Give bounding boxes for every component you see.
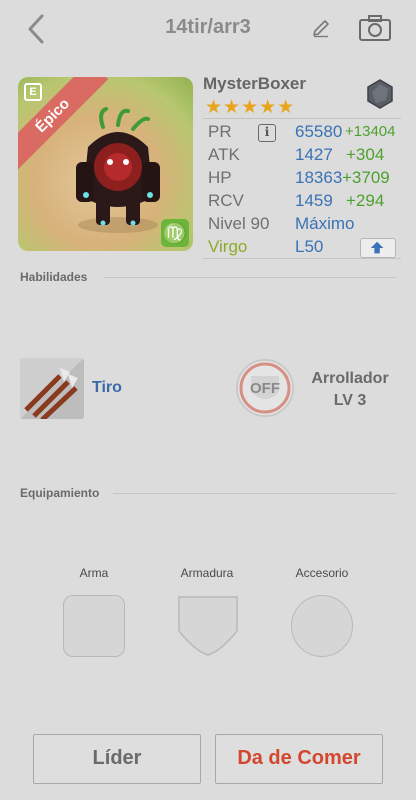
stat-bonus: +304 (346, 145, 385, 164)
leader-button[interactable]: Líder (33, 734, 201, 784)
leader-skill-label[interactable]: Arrollador LV 3 (300, 368, 400, 412)
rarity-stars: ★★★★★ (205, 97, 296, 118)
arrow-up-icon (370, 241, 384, 254)
stats-bottom-divider (203, 258, 401, 259)
accessory-label: Accesorio (295, 566, 349, 580)
equipment-section-title: Equipamiento (20, 486, 100, 500)
pencil-icon[interactable] (310, 17, 332, 39)
stat-row-level: Nivel 90 Máximo (208, 214, 404, 237)
monster-card[interactable]: Épico E ♍ (18, 77, 193, 251)
armor-slot[interactable] (177, 595, 239, 657)
stats-divider (203, 118, 401, 119)
stat-row-atk: ATK 1427 +304 (208, 145, 404, 168)
leader-skill-level: LV 3 (333, 392, 367, 409)
stat-label: ATK (208, 145, 240, 164)
stat-row-rcv: RCV 1459 +294 (208, 191, 404, 214)
element-gem-icon (367, 79, 393, 109)
armor-label: Armadura (180, 566, 234, 580)
stat-bonus: +13404 (345, 123, 396, 140)
monster-name: MysterBoxer (203, 74, 306, 93)
leader-skill-off-icon[interactable]: OFF (235, 358, 295, 418)
active-skill-icon[interactable] (20, 358, 84, 419)
virgo-sign-icon: ♍ (161, 219, 189, 247)
top-bar: 14tir/arr3 (0, 0, 416, 58)
card-tag-badge: E (24, 83, 42, 101)
stat-value: 65580 (295, 122, 343, 141)
stat-bonus: +3709 (342, 168, 390, 187)
camera-icon[interactable] (358, 14, 392, 42)
page-title: 14tir/arr3 (165, 16, 251, 38)
monster-portrait (76, 107, 160, 233)
stat-label: Virgo (208, 237, 248, 256)
equipment-divider (113, 493, 396, 494)
stat-value: L50 (295, 237, 324, 256)
stat-row-sign: Virgo L50 (208, 237, 404, 260)
stat-row-hp: HP 18363 +3709 (208, 168, 404, 191)
stat-value: 18363 (295, 168, 343, 187)
leader-skill-name: Arrollador (311, 370, 389, 387)
stat-bonus: +294 (346, 191, 385, 210)
stat-label: RCV (208, 191, 244, 210)
arrows-icon (20, 358, 84, 419)
skills-divider (104, 277, 396, 278)
info-icon[interactable]: i (258, 124, 276, 142)
stats-table: PR i 65580 +13404 ATK 1427 +304 HP 18363… (208, 122, 404, 260)
stat-label: HP (208, 168, 232, 187)
active-skill-name[interactable]: Tiro (92, 379, 122, 397)
skills-section-title: Habilidades (20, 270, 88, 284)
weapon-slot[interactable] (63, 595, 125, 657)
svg-text:OFF: OFF (250, 380, 280, 397)
accessory-slot[interactable] (291, 595, 353, 657)
stat-row-pr: PR i 65580 +13404 (208, 122, 404, 145)
stat-label: Nivel 90 (208, 214, 270, 233)
stat-label: PR (208, 122, 232, 141)
upgrade-button[interactable] (360, 238, 396, 258)
weapon-label: Arma (79, 566, 109, 580)
stat-value: 1427 (295, 145, 333, 164)
stat-value: 1459 (295, 191, 333, 210)
stat-value: Máximo (295, 214, 355, 233)
feed-button[interactable]: Da de Comer (215, 734, 383, 784)
